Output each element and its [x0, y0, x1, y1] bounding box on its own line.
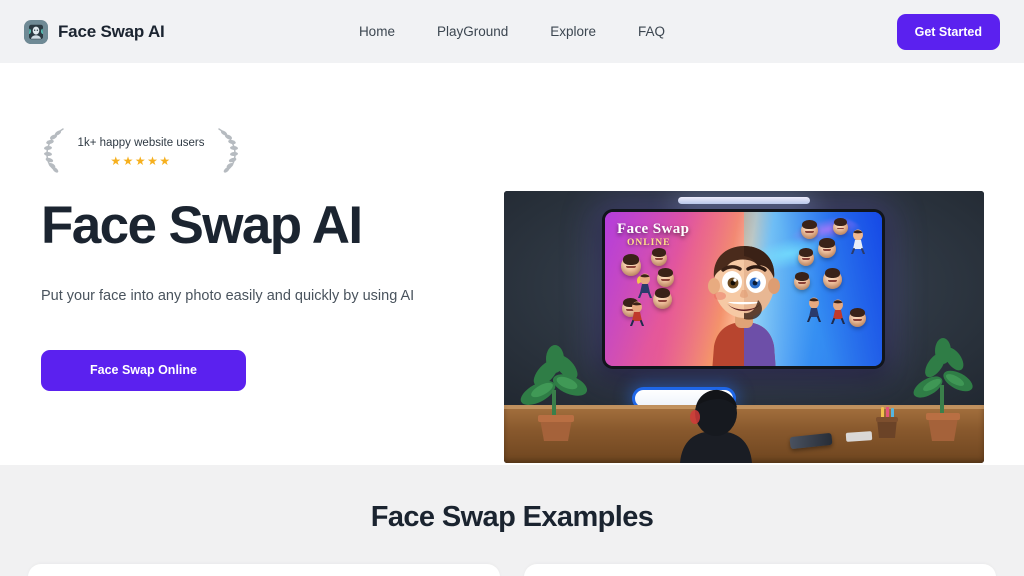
social-proof-badge: 1k+ happy website users ★★★★★ — [41, 125, 241, 175]
split-face-character — [696, 228, 792, 366]
site-header: Face Swap AI Home PlayGround Explore FAQ… — [0, 0, 1024, 63]
badge-text: 1k+ happy website users — [77, 136, 205, 149]
mini-face — [657, 267, 674, 287]
face-swap-online-button[interactable]: Face Swap Online — [41, 349, 246, 391]
examples-title: Face Swap Examples — [370, 501, 654, 533]
hero-section: 1k+ happy website users ★★★★★ Face Swap … — [0, 63, 1024, 465]
pencil-cup — [872, 407, 902, 439]
plant-right-icon — [910, 335, 976, 447]
mini-face — [818, 237, 836, 258]
plant-left-icon — [518, 335, 592, 445]
mini-face — [823, 267, 842, 289]
hero-copy: 1k+ happy website users ★★★★★ Face Swap … — [41, 63, 496, 465]
laurel-wreath-left-icon — [41, 126, 67, 174]
hero-subtitle: Put your face into any photo easily and … — [41, 288, 415, 305]
hero-image-wrap: Face Swap ONLINE — [496, 63, 984, 465]
mini-face — [653, 287, 672, 309]
flying-character — [848, 228, 868, 254]
laurel-wreath-right-icon — [215, 126, 241, 174]
examples-card-list: Social Media Image Face Swap Happy New Y… — [0, 564, 1024, 576]
page-title: Face Swap AI — [41, 196, 363, 255]
screen-title: Face Swap — [617, 221, 690, 237]
rating-stars: ★★★★★ — [110, 153, 172, 168]
wall-screen: Face Swap ONLINE — [602, 209, 885, 369]
screen-subtitle: ONLINE — [627, 238, 671, 248]
examples-section: Face Swap Examples Social Media Image Fa… — [0, 465, 1024, 576]
flying-character — [804, 296, 824, 322]
flying-character — [627, 300, 647, 326]
nav-item-home[interactable]: Home — [359, 24, 395, 39]
paper-sheet — [845, 431, 873, 442]
get-started-button[interactable]: Get Started — [896, 13, 1000, 50]
example-card[interactable]: Happy New Year Image Face Swap — [524, 564, 996, 576]
mini-face — [801, 219, 818, 239]
nav-item-playground[interactable]: PlayGround — [437, 24, 508, 39]
mini-face — [849, 307, 866, 327]
mini-face — [798, 248, 814, 266]
mini-face — [794, 272, 810, 290]
face-swap-logo-icon — [24, 19, 48, 44]
child-silhouette — [672, 389, 760, 463]
mini-face — [833, 218, 848, 235]
brand-name: Face Swap AI — [58, 21, 165, 41]
screen-content: Face Swap ONLINE — [605, 212, 882, 366]
brand-logo-link[interactable]: Face Swap AI — [24, 19, 165, 44]
flying-character — [635, 272, 655, 298]
badge-content: 1k+ happy website users ★★★★★ — [69, 133, 213, 168]
hero-illustration: Face Swap ONLINE — [504, 191, 984, 463]
nav-item-explore[interactable]: Explore — [550, 24, 596, 39]
ceiling-lamp — [678, 197, 810, 204]
example-card[interactable]: Social Media Image Face Swap — [28, 564, 500, 576]
nav-item-faq[interactable]: FAQ — [638, 24, 665, 39]
flying-character — [828, 298, 848, 324]
mini-face — [651, 248, 667, 266]
